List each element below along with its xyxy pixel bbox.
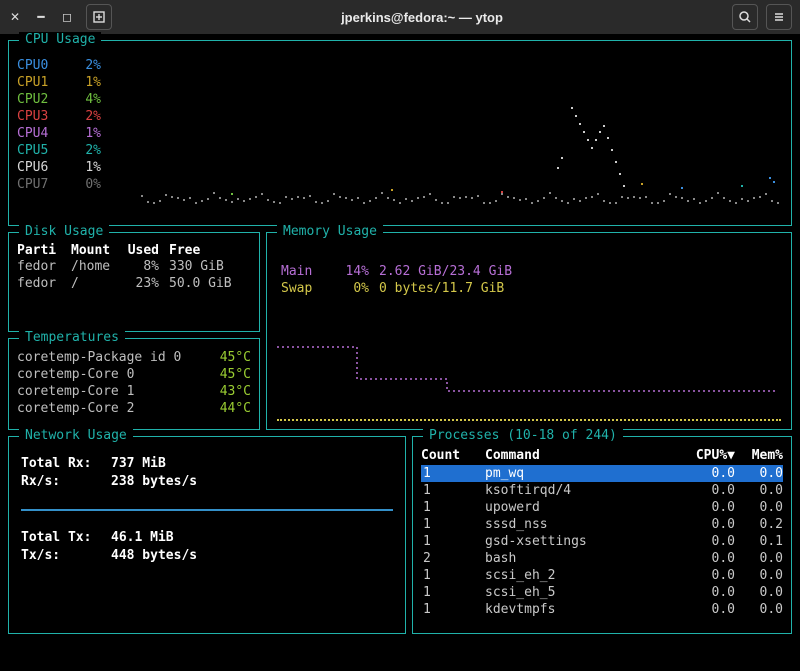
search-button[interactable] [732, 4, 758, 30]
temperature-row: coretemp-Package id 045°C [17, 349, 251, 366]
temperatures-panel: Temperatures coretemp-Package id 045°Cco… [8, 338, 260, 430]
panel-title: Processes (10-18 of 244) [423, 428, 623, 443]
disk-header: Parti Mount Used Free [17, 243, 251, 258]
process-row[interactable]: 2bash0.00.0 [421, 550, 783, 567]
minimize-icon[interactable]: ━ [34, 10, 48, 24]
memory-graph [277, 339, 777, 419]
titlebar: ✕ ━ ◻ jperkins@fedora:~ — ytop [0, 0, 800, 34]
network-separator [21, 509, 393, 511]
panel-title: Temperatures [19, 330, 125, 345]
swap-graph-line [277, 419, 781, 421]
panel-title: CPU Usage [19, 32, 101, 47]
process-header: Count Command CPU%▼ Mem% [421, 447, 783, 465]
mem-main-row: Main 14% 2.62 GiB/23.4 GiB [281, 263, 783, 280]
mem-swap-row: Swap 0% 0 bytes/11.7 GiB [281, 280, 783, 297]
process-row[interactable]: 1ksoftirqd/40.00.0 [421, 482, 783, 499]
new-tab-button[interactable] [86, 4, 112, 30]
app-window: ✕ ━ ◻ jperkins@fedora:~ — ytop CPU Usage… [0, 0, 800, 671]
process-row[interactable]: 1sssd_nss0.00.2 [421, 516, 783, 533]
terminal-area: CPU Usage CPU02%CPU11%CPU24%CPU32%CPU41%… [0, 34, 800, 671]
maximize-icon[interactable]: ◻ [60, 10, 74, 24]
network-usage-panel: Network Usage Total Rx:737 MiB Rx/s:238 … [8, 436, 406, 634]
disk-row: fedor/23%50.0 GiB [17, 275, 251, 292]
process-row[interactable]: 1pm_wq0.00.0 [421, 465, 783, 482]
process-row[interactable]: 1kdevtmpfs0.00.0 [421, 601, 783, 618]
cpu-usage-panel: CPU Usage CPU02%CPU11%CPU24%CPU32%CPU41%… [8, 40, 792, 226]
temperature-row: coretemp-Core 045°C [17, 366, 251, 383]
window-title: jperkins@fedora:~ — ytop [112, 10, 732, 25]
memory-usage-panel: Memory Usage Main 14% 2.62 GiB/23.4 GiB … [266, 232, 792, 430]
panel-title: Memory Usage [277, 224, 383, 239]
disk-row: fedor/home8%330 GiB [17, 258, 251, 275]
disk-usage-panel: Disk Usage Parti Mount Used Free fedor/h… [8, 232, 260, 332]
processes-panel[interactable]: Processes (10-18 of 244) Count Command C… [412, 436, 792, 634]
panel-title: Network Usage [19, 428, 133, 443]
temperature-row: coretemp-Core 244°C [17, 400, 251, 417]
process-row[interactable]: 1scsi_eh_50.00.0 [421, 584, 783, 601]
temperature-row: coretemp-Core 143°C [17, 383, 251, 400]
menu-button[interactable] [766, 4, 792, 30]
close-icon[interactable]: ✕ [8, 10, 22, 24]
process-row[interactable]: 1upowerd0.00.0 [421, 499, 783, 516]
process-row[interactable]: 1gsd-xsettings0.00.1 [421, 533, 783, 550]
process-row[interactable]: 1scsi_eh_20.00.0 [421, 567, 783, 584]
cpu-usage-graph [141, 67, 781, 217]
panel-title: Disk Usage [19, 224, 109, 239]
